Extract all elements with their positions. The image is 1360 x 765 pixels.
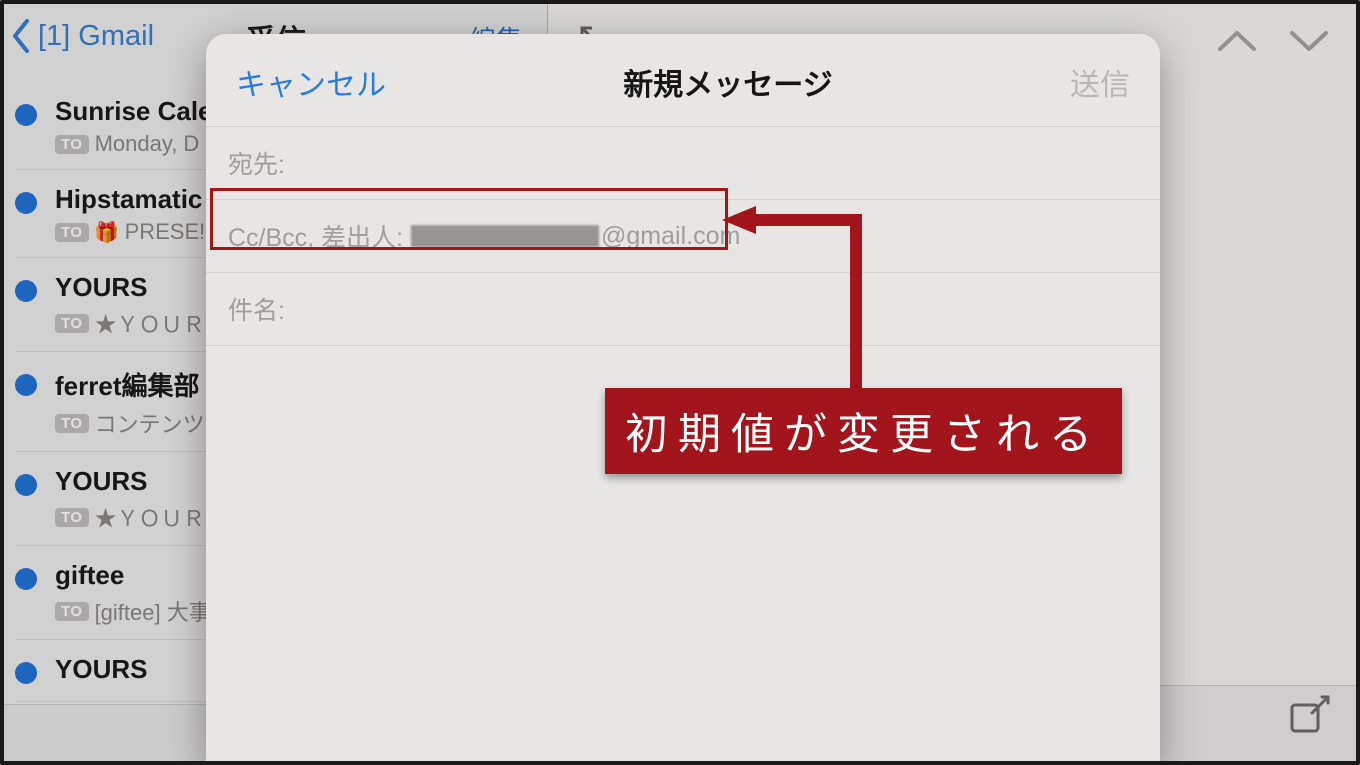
back-chevron-icon[interactable] bbox=[10, 18, 32, 54]
ccbcc-from-row[interactable]: Cc/Bcc, 差出人: @gmail.com bbox=[206, 199, 1160, 272]
annotation-callout: 初期値が変更される bbox=[605, 388, 1122, 474]
to-badge: TO bbox=[55, 314, 89, 333]
list-item-preview-text: PRESE! bbox=[125, 219, 206, 245]
to-badge: TO bbox=[55, 223, 89, 242]
list-item-preview-text: コンテンツ bbox=[95, 407, 205, 439]
list-item-preview-text: [giftee] 大事 bbox=[95, 595, 211, 627]
sheet-title: 新規メッセージ bbox=[623, 60, 832, 104]
to-label: 宛先: bbox=[228, 145, 285, 181]
unread-dot-icon bbox=[15, 192, 37, 214]
to-field-row[interactable]: 宛先: bbox=[206, 126, 1160, 199]
list-item-preview-text: Monday, D bbox=[95, 131, 200, 157]
to-badge: TO bbox=[55, 135, 89, 154]
unread-dot-icon bbox=[15, 374, 37, 396]
compose-icon[interactable] bbox=[1286, 691, 1334, 739]
ccbcc-from-label: Cc/Bcc, 差出人: bbox=[228, 218, 403, 254]
subject-label: 件名: bbox=[228, 291, 285, 327]
unread-dot-icon bbox=[15, 568, 37, 590]
to-badge: TO bbox=[55, 602, 89, 621]
cancel-button[interactable]: キャンセル bbox=[236, 60, 386, 104]
from-address-suffix: @gmail.com bbox=[601, 222, 740, 251]
to-badge: TO bbox=[55, 508, 89, 527]
next-message-icon[interactable] bbox=[1288, 27, 1330, 60]
unread-dot-icon bbox=[15, 474, 37, 496]
to-badge: TO bbox=[55, 414, 89, 433]
back-label[interactable]: [1] Gmail bbox=[38, 20, 154, 53]
send-button[interactable]: 送信 bbox=[1070, 60, 1130, 104]
from-address-redacted bbox=[411, 225, 599, 247]
subject-row[interactable]: 件名: bbox=[206, 272, 1160, 346]
unread-dot-icon bbox=[15, 280, 37, 302]
unread-dot-icon bbox=[15, 104, 37, 126]
gift-icon: 🎁 bbox=[95, 220, 119, 244]
list-item-preview-text: ★ＹＯＵＲ bbox=[95, 501, 205, 533]
list-item-preview-text: ★ＹＯＵＲ bbox=[95, 307, 205, 339]
unread-dot-icon bbox=[15, 662, 37, 684]
prev-message-icon[interactable] bbox=[1216, 27, 1258, 60]
